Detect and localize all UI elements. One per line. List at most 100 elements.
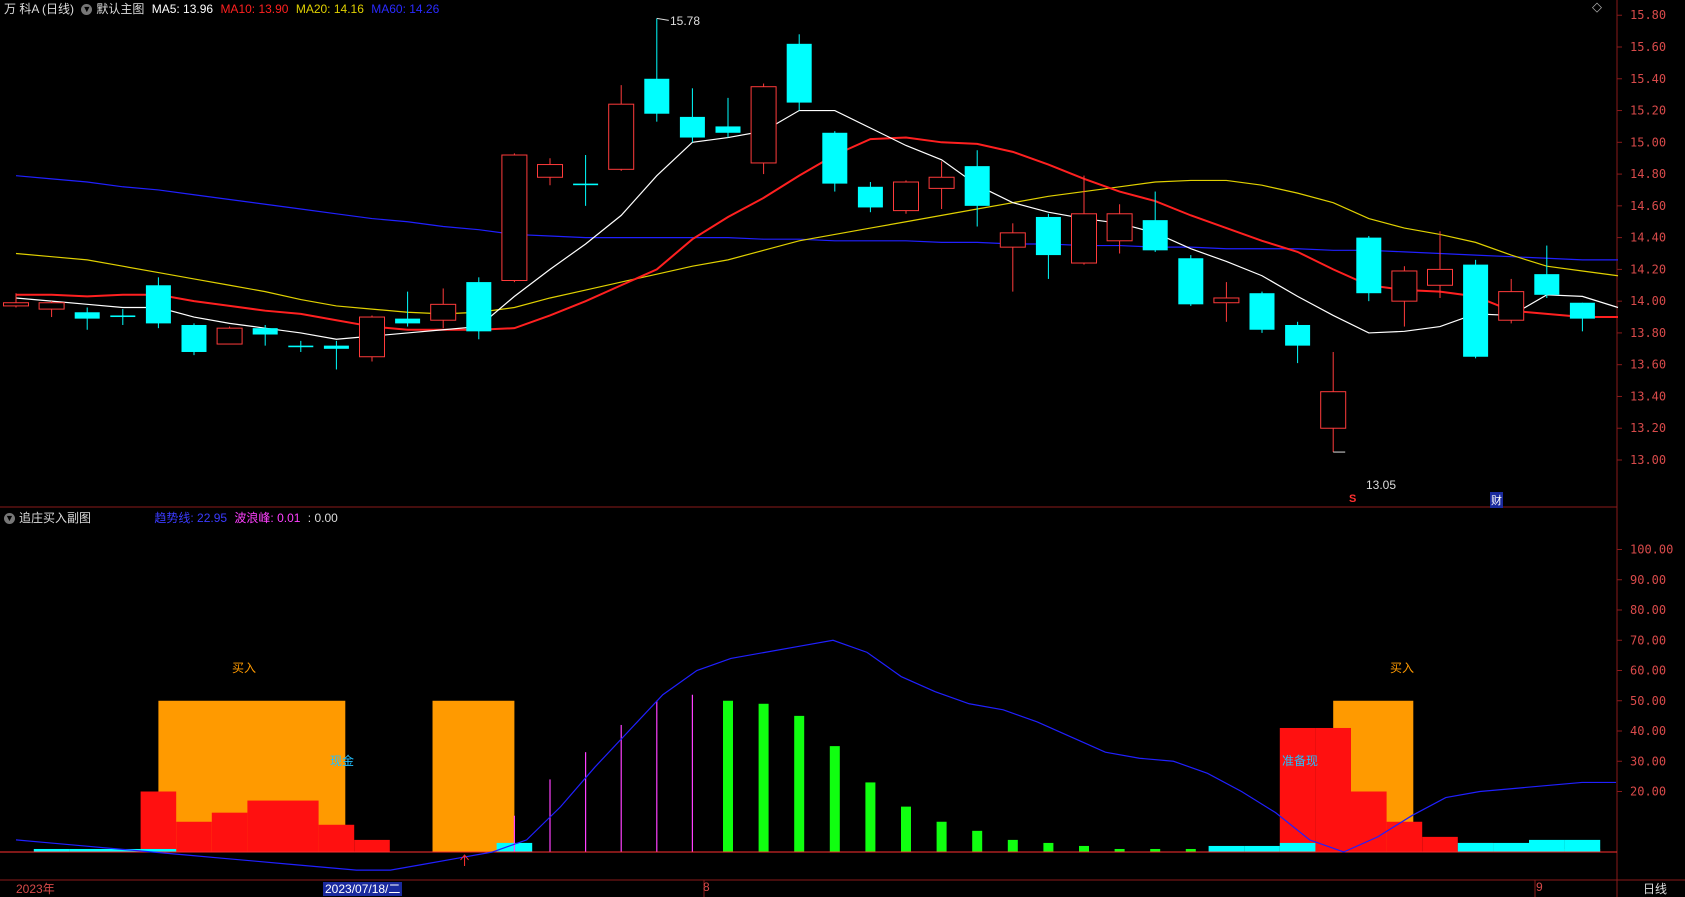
price-tick-label: 15.20 — [1630, 104, 1666, 118]
stock-name[interactable]: 万 科A (日线) — [4, 2, 74, 16]
candle-body-down — [288, 345, 314, 348]
price-tick-label: 13.80 — [1630, 326, 1666, 340]
sub-cyan-bar — [1564, 839, 1601, 852]
sub-red-bar — [247, 800, 283, 852]
axis-date-wrap: 2023/07/18/二 — [323, 880, 406, 897]
price-tick-label: 13.20 — [1630, 421, 1666, 435]
sub-tick-label: 40.00 — [1630, 724, 1666, 738]
candle-body-down — [679, 116, 705, 138]
low-price-marker: 13.05 — [1366, 478, 1397, 492]
sub-green-bar — [794, 715, 805, 852]
candle-body-down — [1463, 264, 1489, 357]
sub-green-bar — [901, 806, 911, 852]
s-marker[interactable]: S — [1349, 493, 1356, 505]
sub-cyan-bar — [1279, 842, 1316, 852]
buy-label-2: 买入 — [1390, 661, 1415, 675]
candle-body-down — [110, 315, 136, 318]
chart-canvas[interactable]: 15.80 15.60 15.40 15.20 15.00 14.80 14.60 14.40… — [0, 0, 1685, 897]
axis-month-8: 8 — [703, 880, 710, 894]
cash-label-1: 现金 — [330, 754, 355, 768]
sub-tick-label: 20.00 — [1630, 785, 1666, 799]
sub-green-bar — [865, 782, 876, 852]
sub-tick-label: 50.00 — [1630, 694, 1666, 708]
sub-red-bar — [1315, 727, 1351, 852]
candle-body-down — [466, 282, 492, 332]
sub-tick-label: 90.00 — [1630, 573, 1666, 587]
sub-red-bar — [140, 791, 177, 852]
sub-dropdown-icon[interactable]: ▼ — [4, 513, 15, 525]
sub-tick-label: 100.00 — [1630, 543, 1673, 557]
candle-body-down — [964, 166, 990, 206]
finance-marker[interactable]: 财 — [1490, 492, 1503, 508]
candle-body-up — [608, 103, 635, 170]
sub-orange-bar — [432, 700, 515, 852]
sub-cyan-bar — [1529, 839, 1565, 852]
candle-body-down — [1035, 216, 1061, 256]
ma5-label: MA5: 13.96 — [151, 2, 214, 16]
candle-body-down — [644, 78, 670, 114]
indicator-trend: 趋势线: 22.95 — [154, 511, 228, 525]
candle-body-down — [1285, 324, 1311, 346]
sub-green-bar — [1007, 839, 1018, 852]
candle-body-up — [1106, 213, 1133, 242]
cash-label-2: 准备现 — [1282, 754, 1319, 768]
candle-body-up — [750, 86, 777, 164]
sub-green-bar — [758, 703, 769, 852]
indicator-wave: 波浪峰: 0.01 — [234, 511, 301, 525]
sub-chart-title[interactable]: 追庄买入副图 — [19, 511, 91, 525]
price-tick-label: 14.60 — [1630, 199, 1666, 213]
price-tick-label: 13.00 — [1630, 453, 1666, 467]
price-tick-label: 15.00 — [1630, 135, 1666, 149]
sub-red-bar — [176, 821, 212, 852]
sub-green-bar — [829, 746, 840, 852]
diamond-icon[interactable]: ◇ — [1592, 0, 1602, 15]
template-dropdown-icon[interactable]: ▼ — [81, 4, 93, 16]
sub-cyan-bar — [1244, 845, 1280, 852]
price-tick-label: 15.60 — [1630, 40, 1666, 54]
candle-body-up — [1391, 270, 1418, 302]
candle-body-down — [822, 132, 848, 184]
ma5-line — [15, 109, 1619, 340]
candle-body-up — [928, 176, 955, 189]
axis-year: 2023年 — [16, 882, 55, 896]
price-tick-label: 15.80 — [1630, 8, 1666, 22]
price-tick-label: 14.00 — [1630, 294, 1666, 308]
candle-body-down — [74, 312, 100, 319]
candle-body-down — [145, 285, 171, 324]
high-price-marker: 15.78 — [670, 14, 701, 28]
main-chart-header: 万 科A (日线) ▼ 默认主图 MA5: 13.96 MA10: 13.90 M… — [4, 0, 443, 17]
sub-tick-label: 70.00 — [1630, 633, 1666, 647]
candle-body-down — [1534, 274, 1560, 295]
price-tick-label: 14.20 — [1630, 262, 1666, 276]
sub-red-bar — [211, 812, 248, 852]
candle-body-down — [573, 183, 599, 186]
candle-body-up — [1498, 291, 1525, 321]
ma10-label: MA10: 13.90 — [220, 2, 289, 16]
candle-body-up — [999, 232, 1026, 248]
candle-body-up — [1320, 391, 1347, 429]
sub-red-bar — [354, 839, 390, 852]
price-tick-label: 14.40 — [1630, 231, 1666, 245]
candle-body-up — [1071, 213, 1097, 264]
indicator-zero: : 0.00 — [307, 511, 338, 525]
candle-body-up — [537, 164, 563, 178]
sub-red-bar — [1279, 727, 1316, 852]
candle-body-up — [3, 302, 29, 307]
sub-green-bar — [936, 821, 947, 852]
candle-body-up — [430, 303, 457, 321]
price-tick-label: 13.60 — [1630, 358, 1666, 372]
candle-body-down — [715, 126, 741, 133]
template-name[interactable]: 默认主图 — [96, 2, 144, 16]
axis-date-cursor: 2023/07/18/二 — [323, 882, 403, 896]
period-label[interactable]: 日线 — [1643, 880, 1667, 897]
price-tick-label: 14.80 — [1630, 167, 1666, 181]
sub-tick-label: 80.00 — [1630, 603, 1666, 617]
ma60-label: MA60: 14.26 — [371, 2, 440, 16]
sub-red-bar — [318, 824, 355, 852]
ma20-label: MA20: 14.16 — [295, 2, 364, 16]
sub-green-bar — [1043, 842, 1054, 852]
sub-green-bar — [972, 830, 983, 852]
sub-green-bar — [723, 700, 733, 852]
price-tick-label: 15.40 — [1630, 72, 1666, 86]
candle-body-up — [893, 181, 919, 212]
